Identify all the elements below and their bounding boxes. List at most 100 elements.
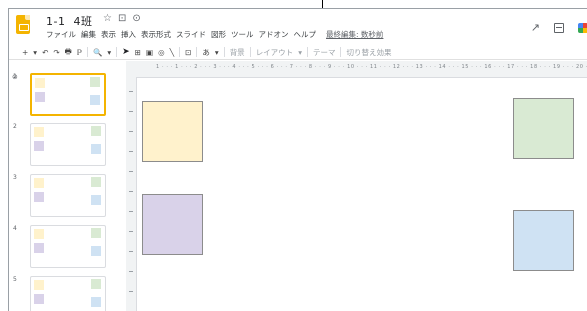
ruler-tick <box>129 191 133 192</box>
menu-addons[interactable]: アドオン <box>259 29 289 40</box>
slide-number: 1 <box>13 73 17 80</box>
zoom-icon[interactable]: 🔍 <box>93 48 102 57</box>
menu-view[interactable]: 表示 <box>101 29 116 40</box>
toolbar-divider <box>306 47 308 57</box>
slide-thumbnail[interactable] <box>30 276 106 311</box>
text-cursor <box>322 0 323 8</box>
shape-icon[interactable]: ◎ <box>158 48 165 57</box>
text-style-icon[interactable]: あ <box>202 47 210 58</box>
toolbar-divider <box>196 47 198 57</box>
move-folder-icon[interactable]: ⊡ <box>118 13 126 24</box>
thumb-shape <box>34 229 44 239</box>
filmstrip-slide[interactable]: 4 <box>9 225 126 273</box>
layout-dropdown-icon[interactable]: ▾ <box>298 48 302 57</box>
menu-tools[interactable]: ツール <box>231 29 254 40</box>
zoom-dropdown-icon[interactable]: ▾ <box>107 48 111 57</box>
slide-number: 5 <box>13 276 17 283</box>
cloud-status-icon[interactable]: ⊙ <box>132 13 140 24</box>
header-actions: ↗ <box>531 21 587 34</box>
slide-number: 2 <box>13 123 17 130</box>
comment-icon[interactable] <box>554 22 564 33</box>
slide-thumbnail[interactable] <box>30 73 106 116</box>
transition-button[interactable]: 切り替え効果 <box>346 47 391 58</box>
thumb-shape <box>34 280 44 290</box>
title-actions: ☆ ⊡ ⊙ <box>103 13 141 24</box>
menu-help[interactable]: ヘルプ <box>294 29 317 40</box>
print-icon[interactable]: 🖶 <box>65 46 72 59</box>
ruler-tick <box>129 291 133 292</box>
blue-square-shape[interactable] <box>513 210 574 271</box>
new-slide-button[interactable]: + <box>22 48 28 57</box>
thumb-shape <box>91 126 101 136</box>
slide-canvas-area <box>136 73 587 311</box>
filmstrip-slide[interactable]: 3 <box>9 174 126 222</box>
slide-filmstrip: ⊘ 1 2 3 4 5 <box>9 61 126 311</box>
line-icon[interactable]: ╲ <box>170 48 175 57</box>
document-title[interactable]: 1-1 4班 <box>46 13 92 29</box>
menu-bar: ファイル 編集 表示 挿入 表示形式 スライド 図形 ツール アドオン ヘルプ … <box>46 29 383 40</box>
slide-canvas[interactable] <box>136 77 587 311</box>
layout-button[interactable]: レイアウト <box>256 47 294 58</box>
comment-add-icon[interactable]: ⊡ <box>185 48 191 57</box>
thumb-shape <box>34 192 44 202</box>
redo-icon[interactable]: ↷ <box>53 48 59 57</box>
last-edit-link[interactable]: 最終編集: 数秒前 <box>326 29 383 40</box>
thumb-shape <box>34 141 44 151</box>
toolbar-divider <box>179 47 181 57</box>
horizontal-ruler[interactable]: 1 · · · 1 · · · 2 · · · 3 · · · 4 · · · … <box>126 61 587 73</box>
slide-thumbnail[interactable] <box>30 225 106 268</box>
yellow-square-shape[interactable] <box>142 101 203 162</box>
thumb-shape <box>91 177 101 187</box>
vertical-ruler[interactable] <box>126 73 136 311</box>
star-icon[interactable]: ☆ <box>103 13 112 24</box>
menu-slide[interactable]: スライド <box>176 29 206 40</box>
select-tool-icon[interactable]: ➤ <box>122 47 130 57</box>
filmstrip-slide[interactable]: 5 <box>9 276 126 311</box>
green-square-shape[interactable] <box>513 98 574 159</box>
undo-icon[interactable]: ↶ <box>42 48 48 57</box>
thumb-shape <box>91 228 101 238</box>
filmstrip-slide[interactable]: 2 <box>9 123 126 171</box>
slide-thumbnail[interactable] <box>30 174 106 217</box>
new-slide-dropdown-icon[interactable]: ▾ <box>33 48 37 57</box>
toolbar-divider <box>87 47 89 57</box>
ruler-tick <box>129 211 133 212</box>
thumb-shape <box>91 246 101 256</box>
slide-number: 4 <box>13 225 17 232</box>
toolbar-divider <box>116 47 118 57</box>
textbox-icon[interactable]: ⊞ <box>135 48 141 57</box>
thumb-shape <box>91 297 101 307</box>
menu-edit[interactable]: 編集 <box>81 29 96 40</box>
ruler-tick <box>129 231 133 232</box>
menu-format[interactable]: 表示形式 <box>141 29 171 40</box>
toolbar-divider <box>340 47 342 57</box>
ruler-tick <box>129 131 133 132</box>
slide-thumbnail[interactable] <box>30 123 106 166</box>
paint-format-icon[interactable]: ℙ <box>77 48 82 57</box>
menu-insert[interactable]: 挿入 <box>121 29 136 40</box>
gsuite-icon[interactable] <box>578 22 587 33</box>
image-icon[interactable]: ▣ <box>146 48 153 57</box>
thumb-shape <box>90 95 100 105</box>
background-button[interactable]: 背景 <box>230 47 245 58</box>
ruler-tick <box>129 271 133 272</box>
theme-button[interactable]: テーマ <box>313 47 336 58</box>
thumb-shape <box>91 195 101 205</box>
ruler-tick <box>129 251 133 252</box>
menu-arrange[interactable]: 図形 <box>211 29 226 40</box>
thumb-shape <box>90 77 100 87</box>
purple-square-shape[interactable] <box>142 194 203 255</box>
slides-editor-window: 1-1 4班 ☆ ⊡ ⊙ ファイル 編集 表示 挿入 表示形式 スライド 図形 … <box>8 8 587 311</box>
toolbar: + ▾ ↶ ↷ 🖶 ℙ 🔍 ▾ ➤ ⊞ ▣ ◎ ╲ ⊡ あ ▾ 背景 レイアウト… <box>9 45 587 60</box>
activity-icon[interactable]: ↗ <box>531 21 540 34</box>
thumb-shape <box>34 178 44 188</box>
text-style-dropdown-icon[interactable]: ▾ <box>215 48 219 57</box>
thumb-shape <box>91 279 101 289</box>
slides-logo-icon[interactable] <box>16 15 30 34</box>
menu-file[interactable]: ファイル <box>46 29 76 40</box>
toolbar-divider <box>249 47 251 57</box>
thumb-shape <box>35 78 45 88</box>
app-header: 1-1 4班 ☆ ⊡ ⊙ ファイル 編集 表示 挿入 表示形式 スライド 図形 … <box>9 9 587 45</box>
ruler-tick <box>129 111 133 112</box>
filmstrip-slide[interactable]: 1 <box>9 73 126 121</box>
